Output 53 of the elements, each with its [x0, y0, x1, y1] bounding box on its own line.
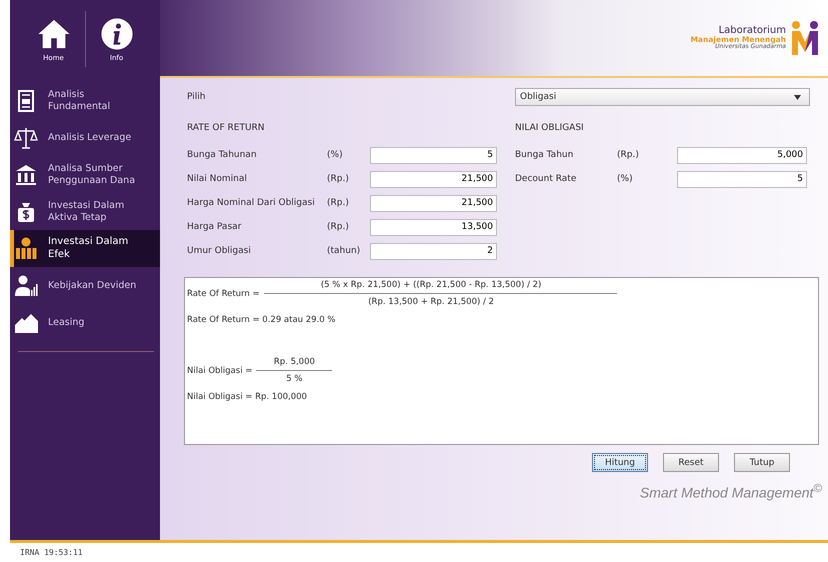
field-label: Harga Pasar: [187, 222, 242, 232]
result-text: Nilai Obligasi =: [187, 366, 252, 376]
input-field[interactable]: 5: [370, 146, 497, 164]
field-label: Bunga Tahunan: [187, 150, 258, 160]
field-label: Bunga Tahun: [515, 150, 574, 160]
result-text: Nilai Obligasi = Rp. 100,000: [187, 392, 308, 402]
result-text: Rate Of Return =: [187, 288, 260, 298]
status-text: IRNA 19:53:11: [20, 548, 83, 557]
unit-label: (Rp.): [327, 198, 350, 208]
section-title: RATE OF RETURN: [187, 123, 266, 135]
field-label: Decount Rate: [515, 174, 578, 184]
sidebar-item[interactable]: Investasi Dalam Efek: [10, 230, 160, 267]
action-button[interactable]: Hitung: [592, 453, 648, 472]
unit-label: (tahun): [327, 246, 362, 256]
input-field[interactable]: 5,000: [677, 146, 807, 164]
input-field[interactable]: 21,500: [370, 170, 497, 188]
denominator-text: 5 %: [286, 374, 302, 384]
unit-label: (Rp.): [617, 150, 640, 160]
person-chart-icon: [14, 274, 38, 298]
input-field[interactable]: 13,500: [370, 218, 497, 236]
unit-label: (%): [617, 174, 634, 184]
numerator-text: Rp. 5,000: [274, 357, 315, 367]
info-icon: [100, 16, 134, 50]
numerator-text: (5 % x Rp. 21,500) + ((Rp. 21,500 - Rp. 13,500) / 2): [320, 280, 542, 290]
sidebar-item[interactable]: Investasi Dalam Aktiva Tetap: [10, 193, 160, 230]
section-title: NILAI OBLIGASI: [515, 123, 585, 135]
denominator-text: (Rp. 13,500 + Rp. 21,500) / 2: [368, 297, 494, 307]
action-button[interactable]: Reset: [663, 453, 719, 472]
input-field[interactable]: 21,500: [370, 194, 497, 212]
input-field[interactable]: 2: [370, 242, 497, 260]
sidebar-item[interactable]: Kebijakan Deviden: [10, 267, 160, 304]
field-label: Harga Nominal Dari Obligasi: [187, 198, 316, 208]
action-button[interactable]: Tutup: [734, 453, 790, 472]
unit-label: (Rp.): [327, 222, 350, 232]
field-label: Pilih: [187, 91, 206, 104]
caret-icon: [794, 94, 801, 100]
sidebar-item[interactable]: Analisis Leverage: [10, 119, 160, 156]
logo-title: Laboratorium: [718, 25, 786, 36]
type-dropdown[interactable]: Obligasi: [515, 88, 810, 106]
logo-icon: [790, 20, 820, 56]
unit-label: (%): [327, 150, 344, 160]
bank-icon: [14, 162, 38, 186]
field-label: Umur Obligasi: [187, 246, 252, 256]
unit-label: (Rp.): [327, 174, 350, 184]
sidebar-item[interactable]: Leasing: [10, 304, 160, 341]
sidebar-item[interactable]: Analisis Fundamental: [10, 82, 160, 119]
input-field[interactable]: 5: [677, 170, 807, 188]
coin-chart-icon: [14, 236, 38, 260]
brand-text: Smart Method Management$^{©}$: [640, 482, 822, 501]
field-label: Nilai Nominal: [187, 174, 248, 184]
result-text: Rate Of Return = 0.29 atau 29.0 %: [187, 315, 336, 325]
sidebar-item[interactable]: Analisa Sumber Penggunaan Dana: [10, 156, 160, 193]
scale-icon: [14, 126, 38, 150]
